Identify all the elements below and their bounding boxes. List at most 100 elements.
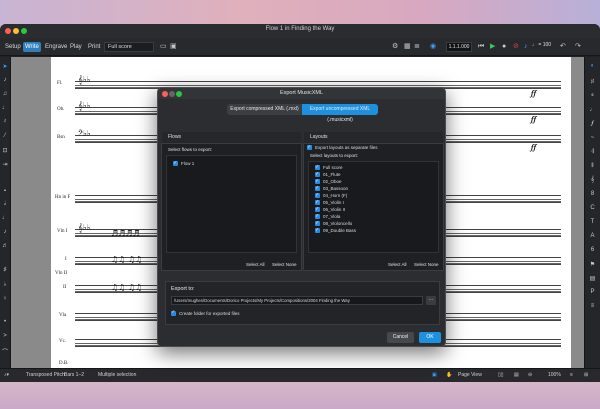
barline-icon[interactable]: ‖ [585,163,600,169]
panels-icon[interactable]: ▣ [170,43,177,51]
format-compressed-option[interactable]: Export compressed XML (.mxl) [227,104,302,115]
galley-view-icon[interactable]: ▣ [432,372,437,378]
undo-icon[interactable]: ↶ [560,43,566,51]
instrument-label: Vln I [57,229,68,234]
play-icon[interactable]: ▶ [490,43,495,51]
tempo-readout: ♩ = 100 [532,42,552,48]
whole-note-icon[interactable]: 𝅝 [0,187,10,194]
ornaments-icon[interactable]: ~ [585,135,600,141]
layout-item[interactable]: Full score [315,163,343,171]
accent-icon[interactable]: > [0,333,10,339]
mode-print[interactable]: Print [86,42,102,52]
half-note-icon[interactable]: 𝅗𝅥 [0,201,10,208]
pedal-icon[interactable]: P [585,289,600,295]
zoom-out-icon[interactable]: ⊖ [528,372,532,378]
clef-icon[interactable]: 𝄞 [585,177,600,184]
mode-setup[interactable]: Setup [3,42,23,52]
natural-icon[interactable]: ♮ [0,295,10,302]
page-arrangement-icon[interactable]: ▤ [514,372,519,378]
quarter-note-icon[interactable]: ♩ [0,215,10,221]
instrument-label: Ob. [57,107,65,112]
key-signature-icon[interactable]: ♯ [585,79,600,85]
view-options-icon[interactable]: ♪▾ [4,372,9,378]
properties-icon[interactable]: ◐ [585,63,600,69]
layout-item[interactable]: 04_Horn (F) [315,191,347,199]
figured-bass-icon[interactable]: 6 [585,247,600,253]
time-signature-icon[interactable]: 𝄴 [585,93,600,100]
layout-label: 05_Violin I [323,200,344,205]
layouts-select-none-button[interactable]: Select None [414,262,439,267]
flow-item[interactable]: Flow 1 [173,159,194,167]
flows-select-none-button[interactable]: Select None [272,262,297,267]
click-icon[interactable]: ⊘ [513,43,519,51]
layout-select[interactable]: Full score [104,42,154,52]
insert-icon[interactable]: ⇥ [0,161,10,168]
slur-icon[interactable]: ⌒ [0,347,10,356]
mixer-toggle-icon[interactable]: ≡ [570,372,573,378]
export-path-field[interactable]: /Users/mughes/Documents/Dorico Projects/… [171,296,423,305]
cue-icon[interactable]: ▤ [585,275,600,282]
redo-icon[interactable]: ↷ [575,43,581,51]
tremolo-icon[interactable]: ≡ [585,303,600,309]
staccato-icon[interactable]: • [0,319,10,325]
lyrics-icon[interactable]: T [585,219,600,225]
keyboard-icon[interactable]: ▦ [404,43,411,51]
cancel-button[interactable]: Cancel [387,332,414,343]
separate-files-checkbox[interactable]: Export layouts as separate files [307,143,378,151]
layout-label: 09_Double Bass [323,228,357,233]
eighth-note-icon[interactable]: ♪ [0,229,10,235]
flows-list: Flow 1 [166,155,297,253]
ok-button[interactable]: OK [419,332,441,343]
spread-icon[interactable]: ▯▯ [498,372,504,378]
view-mode[interactable]: Page View [458,372,482,378]
dynamics-icon[interactable]: 𝆑 [585,121,600,128]
mode-play[interactable]: Play [68,42,84,52]
checkbox-checked-icon[interactable] [173,159,178,167]
flat-icon[interactable]: ♭ [0,281,10,288]
fretboard-icon[interactable]: ≣ [414,43,420,51]
layout-options-icon[interactable]: ▭ [160,43,167,51]
layout-item[interactable]: 03_Bassoon [315,184,348,192]
zoom-level[interactable]: 100% [548,372,561,378]
mode-engrave[interactable]: Engrave [43,42,69,52]
browse-button[interactable]: ... [426,296,436,305]
layout-item[interactable]: 06_Violin II [315,205,345,213]
mode-write[interactable]: Write [23,42,41,52]
rewind-icon[interactable]: ⏮ [478,43,484,51]
pitch-mode[interactable]: Transposed Pitch [26,372,65,378]
select-tool-icon[interactable]: ➤ [0,63,10,70]
instrument-label: Vla [59,313,67,318]
grace-note-icon[interactable]: ♩ [0,105,10,111]
sixteenth-note-icon[interactable]: ♬ [0,243,10,249]
layouts-select-all-button[interactable]: Select All [388,262,407,267]
checkbox-checked-icon[interactable] [307,143,312,151]
note-input-icon[interactable]: ♪ [0,77,10,83]
grid-icon[interactable]: ⊞ [584,372,588,378]
dynamic-marking: 𝆑𝆑 [531,143,537,152]
markers-icon[interactable]: ⚑ [585,261,600,268]
input-mode-icon[interactable]: ◉ [430,43,436,51]
format-uncompressed-option[interactable]: Export uncompressed XML (.musicxml) [302,104,378,123]
flows-select-all-button[interactable]: Select All [246,262,265,267]
mixer-icon[interactable]: ⚙ [392,43,398,51]
checkbox-checked-icon[interactable] [315,226,320,234]
octave-line-icon[interactable]: 8 [585,191,600,197]
layout-item[interactable]: 05_Violin I [315,198,344,206]
tempo-icon[interactable]: ♩ [585,107,600,113]
metronome-icon[interactable]: ♪ [524,43,528,51]
hand-tool-icon[interactable]: ✋ [446,372,452,378]
export-musicxml-dialog: Export MusicXML Export compressed XML (.… [157,87,446,347]
repeat-icon[interactable]: 𝄇 [585,149,600,156]
text-icon[interactable]: A [585,233,600,239]
record-icon[interactable]: ● [502,43,506,51]
sharp-icon[interactable]: ♯ [0,267,10,273]
chord-symbol-icon[interactable]: C [585,205,600,211]
chord-icon[interactable]: ♫ [0,91,10,97]
create-folder-checkbox[interactable]: Create folder for exported files [171,309,240,317]
lock-icon[interactable]: ⊡ [0,147,10,154]
layout-item[interactable]: 09_Double Bass [315,226,357,234]
layout-item[interactable]: 08_Violoncello [315,219,352,227]
slash-icon[interactable]: ⁄ [0,133,10,139]
rest-icon[interactable]: 𝄽 [0,119,10,126]
checkbox-checked-icon[interactable] [171,309,176,317]
